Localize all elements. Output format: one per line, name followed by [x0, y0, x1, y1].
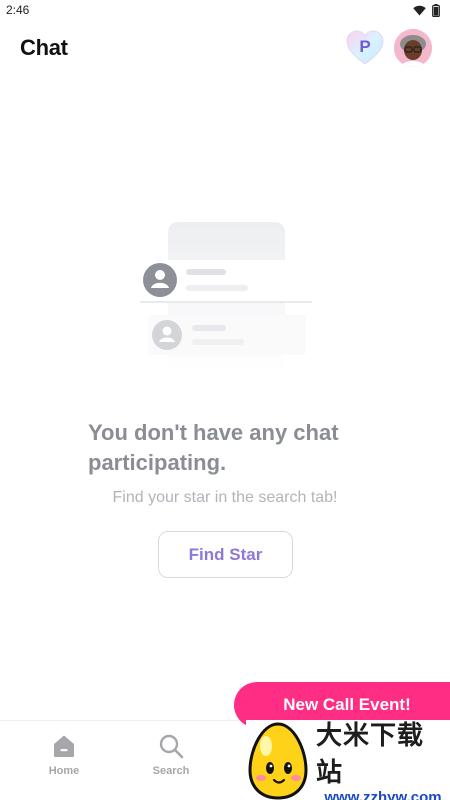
find-star-button[interactable]: Find Star	[158, 531, 293, 578]
battery-icon	[432, 3, 440, 17]
nav-item-home[interactable]: Home	[34, 733, 94, 777]
empty-state-title: You don't have any chat participating.	[88, 420, 339, 475]
empty-state-subtitle: Find your star in the search tab!	[112, 489, 338, 506]
status-bar: 2:46	[0, 0, 450, 20]
page-title: Chat	[20, 35, 68, 60]
wifi-icon	[413, 5, 426, 15]
avatar[interactable]	[394, 29, 432, 67]
header-actions: P	[346, 29, 432, 67]
nav-item-search[interactable]: Search	[141, 733, 201, 777]
status-icons	[413, 3, 440, 17]
search-icon	[159, 734, 184, 759]
home-icon	[54, 735, 74, 757]
site-watermark: 大米下载站 www.zzhyw.com	[246, 720, 450, 800]
premium-heart-button[interactable]: P	[346, 30, 384, 66]
status-time: 2:46	[6, 3, 30, 17]
empty-chat-illustration	[140, 222, 320, 372]
premium-badge-letter: P	[359, 37, 371, 56]
egg-mascot-icon	[246, 720, 310, 800]
header: Chat P	[0, 28, 450, 68]
chat-screen: 2:46 Chat P You don't have any chat part…	[0, 0, 450, 800]
nav-item-label: Search	[152, 765, 190, 777]
watermark-url: www.zzhyw.com	[324, 788, 442, 800]
watermark-text: 大米下载站 www.zzhyw.com	[316, 715, 450, 800]
chat-list-illustration-icon	[140, 222, 312, 372]
watermark-chinese: 大米下载站	[316, 719, 425, 787]
nav-item-label: Home	[48, 765, 80, 777]
profile-avatar-icon	[394, 29, 432, 67]
